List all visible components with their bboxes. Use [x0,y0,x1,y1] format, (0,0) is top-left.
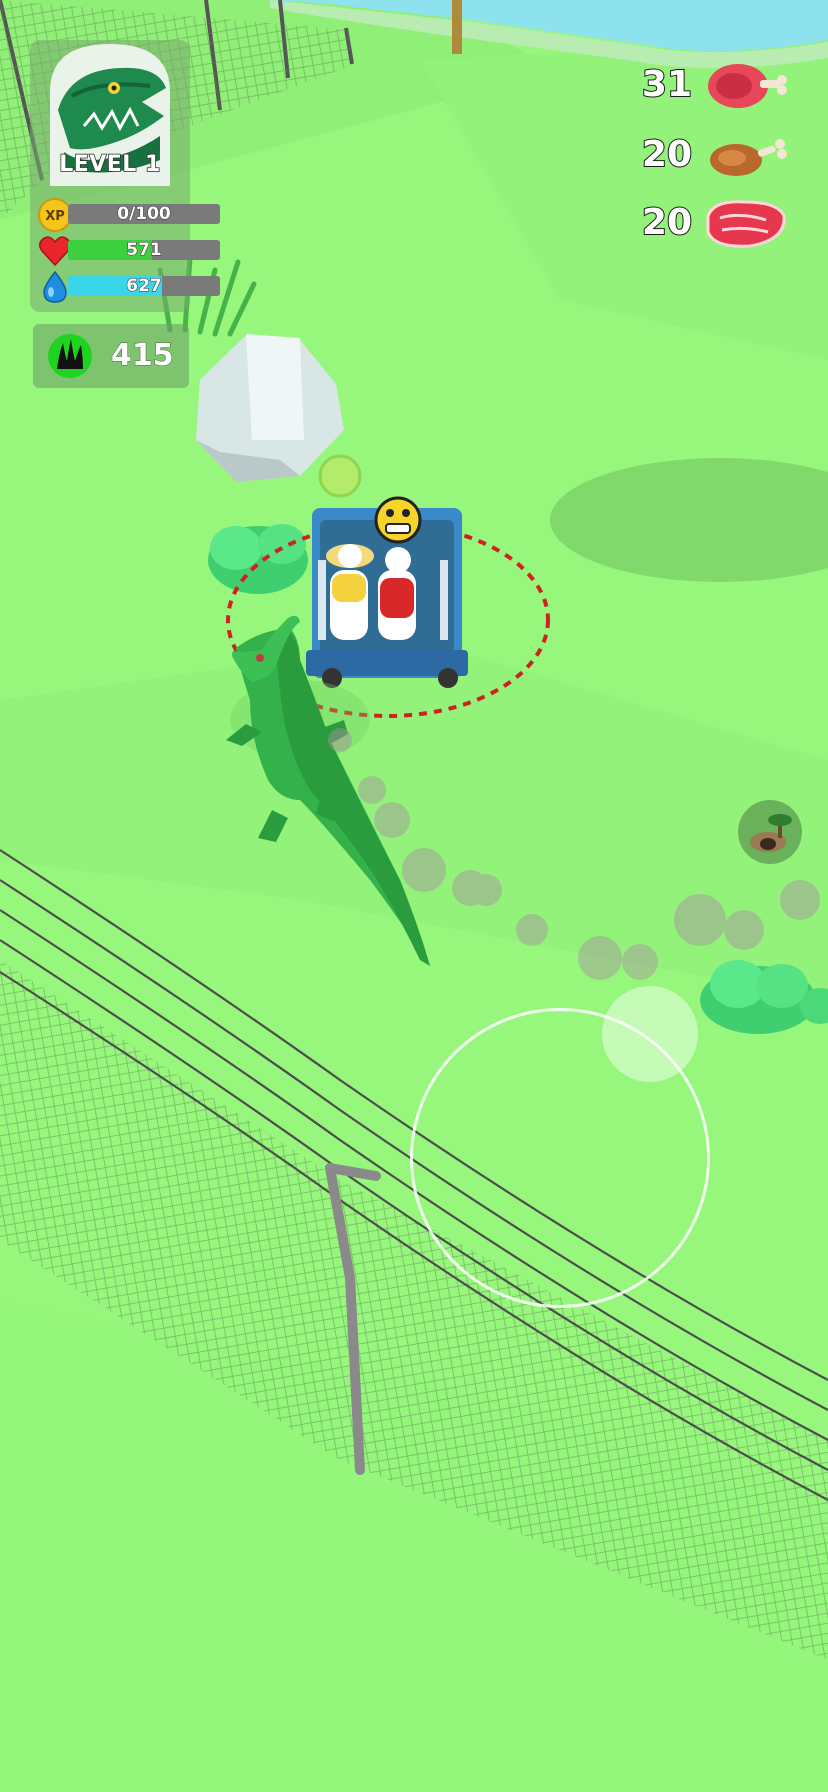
food-item-steak: 20 [638,196,808,252]
health-bar: 571 [68,240,220,260]
xp-coin-label: XP [45,209,65,224]
ham-icon [708,64,787,108]
level-label: LEVEL 1 [58,151,161,178]
dna-claw-icon [48,334,92,378]
water-row: 627 [38,270,220,303]
steak-icon [706,200,786,248]
scared-face-icon [374,496,422,544]
water-bar: 627 [68,276,220,296]
dna-currency-panel: 415 [33,324,189,388]
drumstick-icon [710,139,787,176]
xp-value: 0/100 [117,204,172,224]
ranger-yellow [326,544,374,640]
health-row: 571 [38,234,220,267]
pickup-orb[interactable] [318,454,362,498]
joystick-knob[interactable] [602,986,698,1082]
health-value: 571 [126,240,163,260]
tree-trunk [452,0,462,54]
dna-value: 415 [111,338,175,374]
xp-row: XP 0/100 [38,198,220,232]
safari-truck [306,496,468,688]
food-item-drumstick: 20 [638,128,808,184]
heart-icon [39,236,71,267]
cave-tree-icon[interactable] [738,800,802,864]
bush [208,524,308,594]
water-drop-icon [43,270,67,303]
food-item-ham: 31 [638,58,808,114]
xp-coin-icon: XP [38,198,72,232]
food-count: 20 [641,201,693,244]
food-count: 31 [641,63,693,106]
food-count: 20 [641,133,693,176]
xp-bar: 0/100 [68,204,220,224]
water-value: 627 [126,276,163,296]
